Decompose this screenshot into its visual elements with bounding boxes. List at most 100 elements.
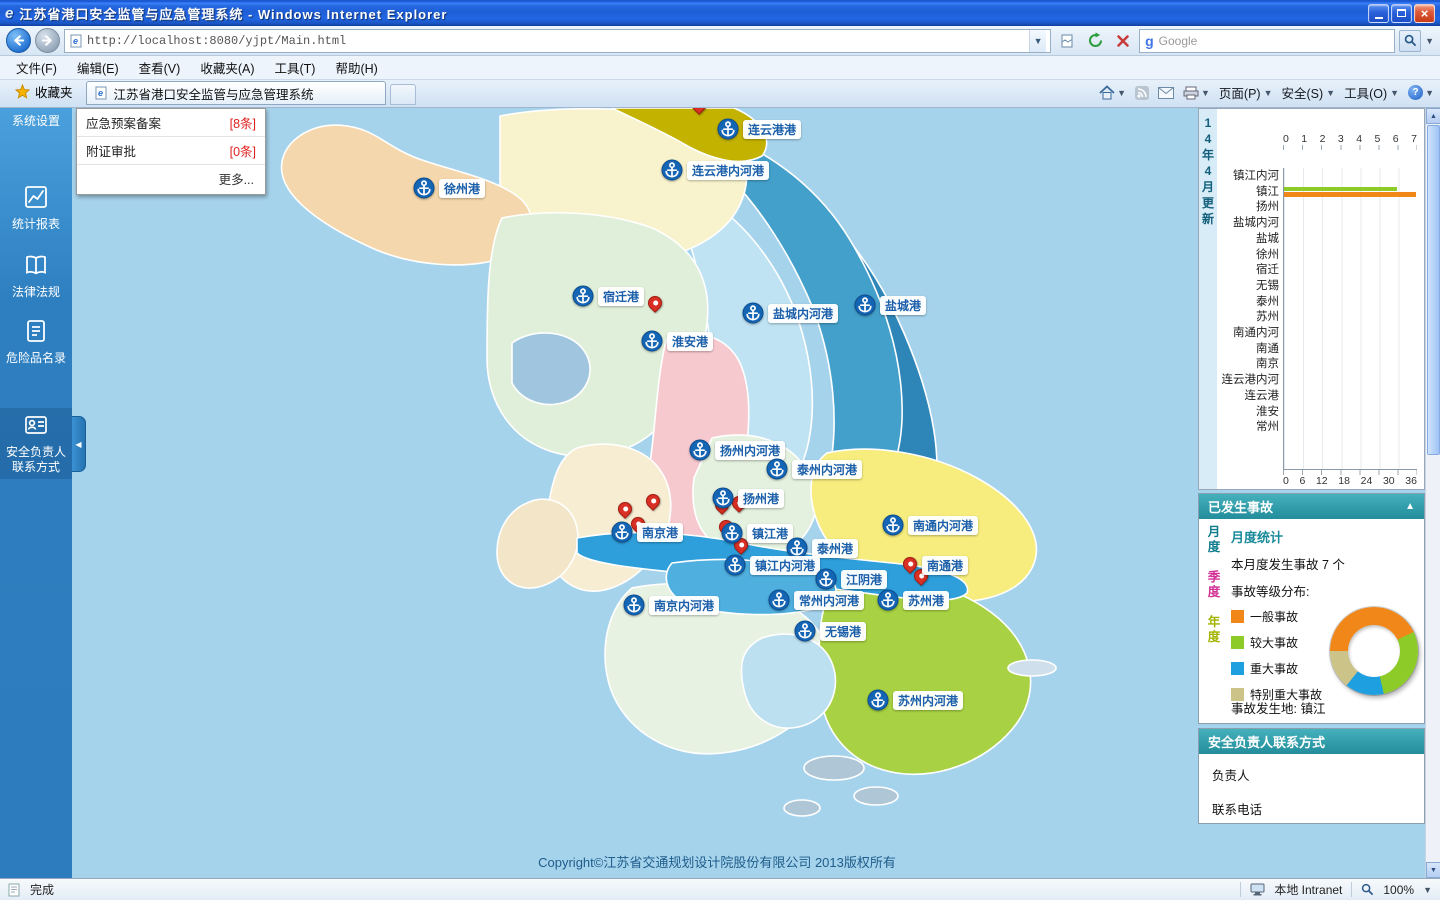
panel-collapse-handle[interactable]: ◀ xyxy=(72,416,86,472)
anchor-icon xyxy=(611,521,633,543)
tab-季度[interactable]: 季度 xyxy=(1202,570,1226,600)
port-marker[interactable]: 南通港 xyxy=(900,553,969,575)
port-marker[interactable]: 苏州港 xyxy=(877,589,950,611)
port-marker[interactable]: 无锡港 xyxy=(794,620,867,642)
print-button[interactable]: ▼ xyxy=(1183,86,1210,100)
port-marker[interactable]: 宿迁港 xyxy=(572,285,645,307)
address-bar: e http://localhost:8080/yjpt/Main.html ▼… xyxy=(0,26,1440,56)
new-tab-button[interactable] xyxy=(389,84,416,105)
anchor-icon xyxy=(724,554,746,576)
sidebar-item-2[interactable]: 法律法规 xyxy=(0,248,72,304)
stop-button[interactable] xyxy=(1111,29,1135,53)
chart-category-label: 镇江 xyxy=(1256,185,1279,198)
chart-category-label: 南京 xyxy=(1256,358,1279,371)
menu-item[interactable]: 查看(V) xyxy=(129,55,191,80)
printer-icon xyxy=(1183,86,1199,99)
port-marker[interactable]: 盐城内河港 xyxy=(742,302,839,324)
minimize-button[interactable] xyxy=(1368,3,1389,23)
tab-年度[interactable]: 年度 xyxy=(1202,615,1226,645)
port-marker[interactable]: 连云港内河港 xyxy=(661,159,770,181)
contact-panel-title: 安全负责人联系方式 xyxy=(1208,735,1326,750)
chart-bottom-axis: 0 6 12 18 24 30 36 xyxy=(1283,475,1417,487)
scrollbar-thumb[interactable] xyxy=(1427,125,1440,455)
toolbar-button[interactable]: 页面(P) ▼ xyxy=(1219,83,1273,102)
tab-active[interactable]: e 江苏省港口安全监管与应急管理系统 xyxy=(85,81,386,105)
anchor-icon xyxy=(766,458,788,480)
sidebar-item-label: 法律法规 xyxy=(11,285,60,299)
port-marker[interactable]: 泰州内河港 xyxy=(766,458,863,480)
help-button[interactable]: ? ▼ xyxy=(1408,85,1434,100)
menu-item[interactable]: 文件(F) xyxy=(6,55,67,80)
search-dropdown-button[interactable]: ▼ xyxy=(1425,36,1434,46)
port-marker[interactable]: 镇江港 xyxy=(721,522,794,544)
port-label: 扬州港 xyxy=(738,488,785,508)
sidebar-item-3[interactable]: 危险品名录 xyxy=(0,314,72,370)
port-marker[interactable]: 连云港港 xyxy=(717,118,802,140)
red-pin-icon[interactable] xyxy=(689,108,709,116)
port-marker[interactable]: 盐城港 xyxy=(854,294,927,316)
red-pin-icon xyxy=(900,553,920,575)
home-button[interactable]: ▼ xyxy=(1099,85,1126,100)
anchor-icon xyxy=(768,589,790,611)
collapse-arrow-icon[interactable]: ▲ xyxy=(1405,501,1415,512)
address-dropdown-button[interactable]: ▼ xyxy=(1029,29,1047,52)
zoom-dropdown-button[interactable]: ▼ xyxy=(1423,885,1432,895)
list-icon xyxy=(23,318,49,344)
close-button[interactable]: × xyxy=(1414,3,1435,23)
restore-button[interactable] xyxy=(1391,3,1412,23)
port-marker[interactable]: 南京内河港 xyxy=(623,594,720,616)
port-marker[interactable]: 南京港 xyxy=(611,521,684,543)
compatibility-view-button[interactable] xyxy=(1055,29,1079,53)
sidebar-item-1[interactable]: 统计报表 xyxy=(0,180,72,236)
port-marker[interactable]: 苏州内河港 xyxy=(867,689,964,711)
star-icon xyxy=(15,84,30,99)
menu-item[interactable]: 帮助(H) xyxy=(325,55,387,80)
port-label: 扬州内河港 xyxy=(715,440,786,460)
anchor-icon xyxy=(721,522,743,544)
port-marker[interactable]: 镇江内河港 xyxy=(724,554,821,576)
port-marker[interactable]: 徐州港 xyxy=(413,177,486,199)
anchor-icon xyxy=(413,177,435,199)
port-marker[interactable]: 淮安港 xyxy=(641,330,714,352)
menu-item[interactable]: 工具(T) xyxy=(264,55,325,80)
menu-item[interactable]: 编辑(E) xyxy=(67,55,129,80)
toolbar-button[interactable]: 安全(S) ▼ xyxy=(1282,83,1336,102)
scroll-down-button[interactable]: ▼ xyxy=(1426,862,1440,878)
port-marker[interactable]: 常州内河港 xyxy=(768,589,865,611)
sidebar-item-4[interactable]: 安全负责人 联系方式 xyxy=(0,408,72,479)
port-marker[interactable]: 南通内河港 xyxy=(882,514,979,536)
toolbar-button[interactable]: 工具(O) ▼ xyxy=(1344,83,1399,102)
menu-item[interactable]: 收藏夹(A) xyxy=(190,55,264,80)
red-pin-icon[interactable] xyxy=(643,491,663,512)
port-marker[interactable]: 江阴港 xyxy=(815,568,888,590)
title-bar: e 江苏省港口安全监管与应急管理系统 - Windows Internet Ex… xyxy=(0,0,1440,26)
anchor-icon xyxy=(623,594,645,616)
chart-category-label: 苏州 xyxy=(1256,311,1279,324)
port-label: 徐州港 xyxy=(439,178,486,198)
feeds-button[interactable] xyxy=(1134,85,1149,100)
search-button[interactable] xyxy=(1399,29,1422,52)
address-input[interactable]: e http://localhost:8080/yjpt/Main.html ▼ xyxy=(64,28,1052,53)
more-link[interactable]: 更多... xyxy=(77,165,265,194)
red-pin-icon[interactable] xyxy=(645,293,665,314)
tab-月度[interactable]: 月度 xyxy=(1202,525,1226,555)
favorites-button[interactable]: 收藏夹 xyxy=(6,79,82,105)
zoom-level[interactable]: 100% xyxy=(1383,883,1414,897)
quick-link-row[interactable]: 附证审批 [0条] xyxy=(77,137,265,165)
search-input[interactable]: g Google xyxy=(1139,28,1396,53)
sidebar-item-0[interactable]: 系统设置 xyxy=(0,110,72,133)
scroll-up-button[interactable]: ▲ xyxy=(1426,108,1440,124)
menu-bar: 文件(F) 编辑(E) 查看(V) 收藏夹(A) 工具(T) 帮助(H) xyxy=(0,56,1440,80)
port-marker[interactable]: 扬州港 xyxy=(712,487,785,509)
quick-link-row[interactable]: 应急预案备案 [8条] xyxy=(77,109,265,137)
mail-button[interactable] xyxy=(1157,86,1174,99)
chart-bar xyxy=(1284,191,1416,197)
refresh-button[interactable] xyxy=(1083,29,1107,53)
legend-swatch xyxy=(1231,662,1244,675)
forward-button[interactable] xyxy=(35,28,60,53)
back-button[interactable] xyxy=(6,28,31,53)
chart-category-label: 南通 xyxy=(1256,342,1279,355)
anchor-icon xyxy=(572,285,594,307)
browser-window: e 江苏省港口安全监管与应急管理系统 - Windows Internet Ex… xyxy=(0,0,1440,900)
vertical-scrollbar[interactable]: ▲ ▼ xyxy=(1425,108,1440,878)
